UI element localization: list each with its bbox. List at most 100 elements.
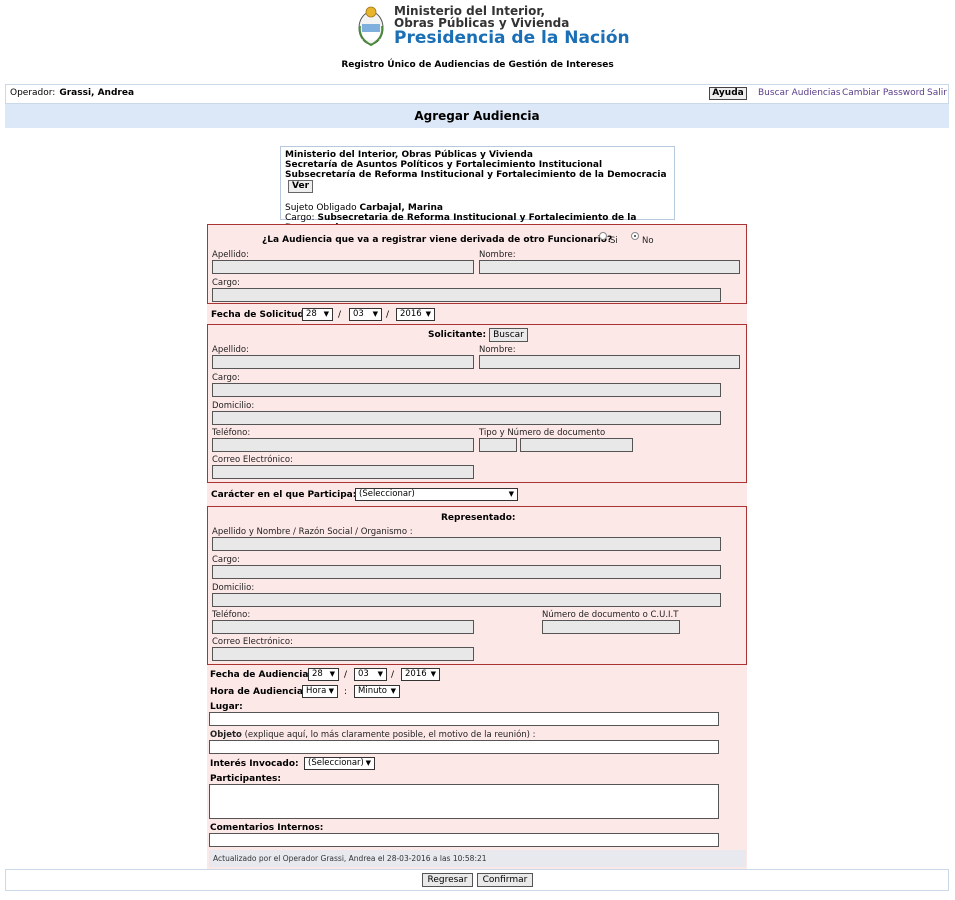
representado-domicilio-label: Domicilio:	[212, 583, 255, 593]
date-separator: /	[344, 670, 348, 680]
footer-bar: Regresar Confirmar	[5, 869, 949, 891]
chevron-down-icon: ▼	[508, 490, 514, 498]
chevron-down-icon: ▼	[390, 687, 396, 695]
derived-no-label: No	[642, 236, 654, 246]
derived-cargo-input[interactable]	[212, 288, 721, 302]
updated-text: Actualizado por el Operador Grassi, Andr…	[213, 854, 487, 863]
audiencia-month-select[interactable]: 03 ▼	[354, 668, 387, 681]
ver-button[interactable]: Ver	[288, 180, 314, 193]
operator-bar: Operador: Grassi, Andrea Ayuda Buscar Aud…	[5, 84, 949, 104]
representado-correo-input[interactable]	[212, 647, 474, 661]
solicitante-documento-label: Tipo y Número de documento	[479, 428, 606, 438]
derived-cargo-label: Cargo:	[212, 278, 240, 288]
search-audiences-link[interactable]: Buscar Audiencias	[758, 88, 841, 98]
registry-title: Registro Único de Audiencias de Gestión …	[341, 60, 614, 70]
solicitud-year-value: 2016	[400, 309, 422, 319]
lugar-input[interactable]	[209, 712, 719, 726]
derived-yes-radio[interactable]	[599, 232, 607, 240]
caracter-select[interactable]: (Seleccionar) ▼	[355, 488, 518, 501]
solicitante-domicilio-input[interactable]	[212, 411, 721, 425]
page-title: Agregar Audiencia	[5, 104, 949, 128]
chevron-down-icon: ▼	[323, 310, 329, 318]
derived-apellido-label: Apellido:	[212, 250, 249, 260]
objeto-label-row: Objeto (explique aquí, lo más claramente…	[210, 730, 536, 740]
solicitante-correo-label: Correo Electrónico:	[212, 455, 293, 465]
interes-value: (Seleccionar)	[308, 758, 364, 768]
chevron-down-icon: ▼	[329, 670, 335, 678]
representado-documento-input[interactable]	[542, 620, 680, 634]
solicitud-day-select[interactable]: 28 ▼	[302, 308, 333, 321]
caracter-label: Carácter en el que Participa:	[211, 490, 357, 500]
comentarios-label: Comentarios Internos:	[210, 823, 324, 833]
representado-nombre-input[interactable]	[212, 537, 721, 551]
derived-apellido-input[interactable]	[212, 260, 474, 274]
chevron-down-icon: ▼	[328, 687, 334, 695]
logout-link[interactable]: Salir	[927, 88, 947, 98]
solicitante-cargo-label: Cargo:	[212, 373, 240, 383]
derived-no-radio[interactable]	[631, 232, 639, 240]
comentarios-input[interactable]	[209, 833, 719, 847]
chevron-down-icon: ▼	[372, 310, 378, 318]
representado-title: Representado:	[441, 513, 516, 523]
argentina-seal-icon	[358, 6, 384, 47]
solicitante-apellido-label: Apellido:	[212, 345, 249, 355]
representado-telefono-label: Teléfono:	[212, 610, 251, 620]
participantes-label: Participantes:	[210, 774, 281, 784]
change-password-link[interactable]: Cambiar Password	[842, 88, 925, 98]
solicitante-correo-input[interactable]	[212, 465, 474, 479]
back-button[interactable]: Regresar	[422, 873, 473, 887]
audiencia-year-value: 2016	[405, 669, 427, 679]
representado-domicilio-input[interactable]	[212, 593, 721, 607]
objeto-input[interactable]	[209, 740, 719, 754]
chevron-down-icon: ▼	[365, 759, 371, 767]
solicitante-nombre-input[interactable]	[479, 355, 740, 369]
representado-cargo-input[interactable]	[212, 565, 721, 579]
operator-info: Operador: Grassi, Andrea	[10, 88, 134, 98]
derived-nombre-input[interactable]	[479, 260, 740, 274]
solicitante-title: Solicitante:	[428, 330, 487, 340]
fecha-solicitud-label: Fecha de Solicitud:	[211, 310, 308, 320]
representado-nombre-label: Apellido y Nombre / Razón Social / Organ…	[212, 527, 413, 537]
chevron-down-icon: ▼	[430, 670, 436, 678]
buscar-button[interactable]: Buscar	[489, 328, 528, 342]
audiencia-day-value: 28	[312, 669, 323, 679]
operator-name: Grassi, Andrea	[59, 88, 135, 98]
help-button[interactable]: Ayuda	[709, 87, 747, 100]
audiencia-year-select[interactable]: 2016 ▼	[401, 668, 440, 681]
time-separator: :	[344, 687, 348, 697]
hour-select[interactable]: Hora ▼	[302, 685, 338, 698]
solicitud-month-select[interactable]: 03 ▼	[349, 308, 382, 321]
date-separator: /	[338, 310, 342, 320]
chevron-down-icon: ▼	[425, 310, 431, 318]
solicitante-cargo-input[interactable]	[212, 383, 721, 397]
derived-question: ¿La Audiencia que va a registrar viene d…	[262, 235, 613, 245]
objeto-label: Objeto	[210, 730, 242, 740]
hora-audiencia-label: Hora de Audiencia:	[210, 687, 307, 697]
solicitante-domicilio-label: Domicilio:	[212, 401, 255, 411]
subject-name: Carbajal, Marina	[359, 203, 443, 213]
solicitud-year-select[interactable]: 2016 ▼	[396, 308, 435, 321]
solicitante-doc-number-input[interactable]	[520, 438, 633, 452]
solicitante-telefono-input[interactable]	[212, 438, 474, 452]
operator-label: Operador:	[10, 88, 56, 98]
derived-nombre-label: Nombre:	[479, 250, 516, 260]
solicitante-apellido-input[interactable]	[212, 355, 474, 369]
objeto-hint: (explique aquí, lo más claramente posibl…	[244, 730, 536, 740]
audiencia-day-select[interactable]: 28 ▼	[308, 668, 339, 681]
fecha-audiencia-label: Fecha de Audiencia:	[210, 670, 313, 680]
chevron-down-icon: ▼	[377, 670, 383, 678]
derived-yes-label: Si	[610, 236, 618, 246]
date-separator: /	[386, 310, 390, 320]
hour-value: Hora	[306, 686, 327, 696]
confirm-button[interactable]: Confirmar	[477, 873, 533, 887]
solicitante-telefono-label: Teléfono:	[212, 428, 251, 438]
minute-select[interactable]: Minuto ▼	[354, 685, 400, 698]
participantes-textarea[interactable]	[209, 784, 719, 819]
minute-value: Minuto	[358, 686, 388, 696]
info-subsecretaria: Subsecretaría de Reforma Institucional y…	[285, 170, 667, 180]
date-separator: /	[391, 670, 395, 680]
info-subsecretaria-row: Subsecretaría de Reforma Institucional y…	[285, 170, 670, 193]
solicitante-doc-type-input[interactable]	[479, 438, 517, 452]
representado-telefono-input[interactable]	[212, 620, 474, 634]
interes-select[interactable]: (Seleccionar) ▼	[304, 757, 375, 770]
